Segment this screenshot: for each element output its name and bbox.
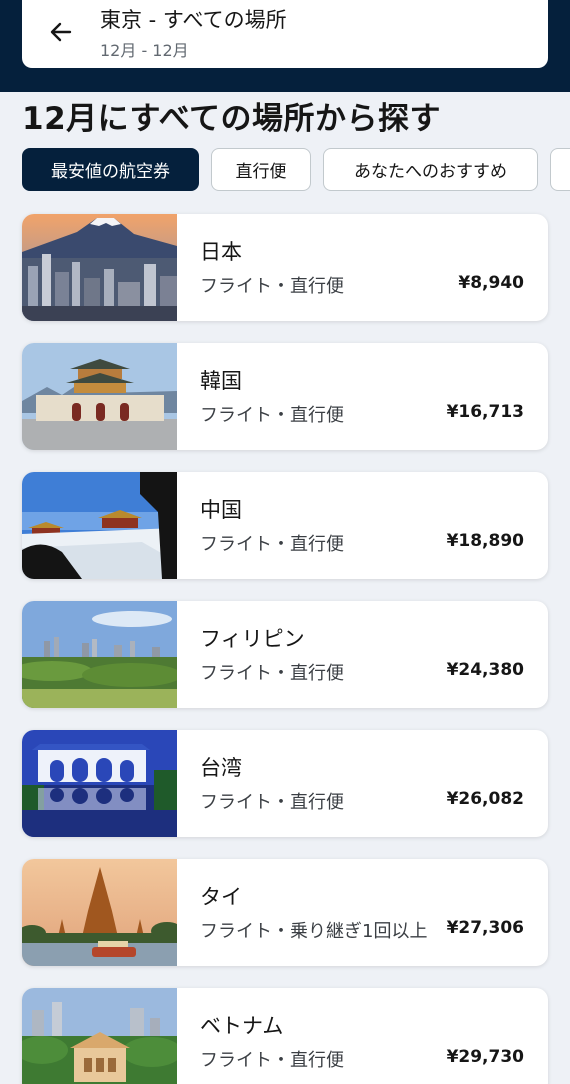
destination-image bbox=[22, 343, 177, 450]
destination-image bbox=[22, 214, 177, 321]
destination-image bbox=[22, 472, 177, 579]
destination-name: タイ bbox=[200, 885, 242, 909]
filter-chip-direct[interactable]: 直行便 bbox=[211, 148, 311, 191]
app-header: 東京 - すべての場所 12月 - 12月 bbox=[0, 0, 570, 92]
filter-chip-recommended[interactable]: あなたへのおすすめ bbox=[323, 148, 538, 191]
destination-name: 韓国 bbox=[200, 369, 242, 393]
destination-image bbox=[22, 601, 177, 708]
flight-price: ¥8,940 bbox=[458, 273, 524, 293]
flight-price: ¥29,730 bbox=[446, 1047, 524, 1067]
flight-price: ¥18,890 bbox=[446, 531, 524, 551]
flight-info: フライト・直行便 bbox=[200, 534, 344, 555]
flight-price: ¥16,713 bbox=[446, 402, 524, 422]
flight-info: フライト・直行便 bbox=[200, 663, 344, 684]
flight-price: ¥27,306 bbox=[446, 918, 524, 938]
back-arrow-icon[interactable] bbox=[42, 13, 80, 51]
flight-info: フライト・乗り継ぎ1回以上 bbox=[200, 921, 428, 942]
flight-info: フライト・直行便 bbox=[200, 276, 344, 297]
destination-card[interactable]: 韓国 フライト・直行便 ¥16,713 bbox=[22, 343, 548, 450]
flight-info: フライト・直行便 bbox=[200, 405, 344, 426]
destination-name: 台湾 bbox=[200, 756, 242, 780]
destination-card[interactable]: 日本 フライト・直行便 ¥8,940 bbox=[22, 214, 548, 321]
filter-chips: 最安値の航空券 直行便 あなたへのおすすめ bbox=[22, 148, 570, 192]
destination-name: 中国 bbox=[200, 498, 242, 522]
search-route-title: 東京 - すべての場所 bbox=[100, 8, 287, 32]
destination-image bbox=[22, 988, 177, 1084]
filter-chip-cheapest[interactable]: 最安値の航空券 bbox=[22, 148, 199, 191]
destination-name: 日本 bbox=[200, 240, 242, 264]
search-summary-card[interactable]: 東京 - すべての場所 12月 - 12月 bbox=[22, 0, 548, 68]
flight-price: ¥26,082 bbox=[446, 789, 524, 809]
flight-price: ¥24,380 bbox=[446, 660, 524, 680]
search-dates: 12月 - 12月 bbox=[100, 41, 189, 60]
destination-name: ベトナム bbox=[200, 1014, 284, 1038]
destination-image bbox=[22, 730, 177, 837]
page-title: 12月にすべての場所から探す bbox=[22, 101, 442, 137]
destination-card[interactable]: ベトナム フライト・直行便 ¥29,730 bbox=[22, 988, 548, 1084]
destination-name: フィリピン bbox=[200, 627, 305, 651]
flight-info: フライト・直行便 bbox=[200, 1050, 344, 1071]
destination-card[interactable]: フィリピン フライト・直行便 ¥24,380 bbox=[22, 601, 548, 708]
flight-info: フライト・直行便 bbox=[200, 792, 344, 813]
destination-card[interactable]: 台湾 フライト・直行便 ¥26,082 bbox=[22, 730, 548, 837]
destination-card[interactable]: 中国 フライト・直行便 ¥18,890 bbox=[22, 472, 548, 579]
destination-card[interactable]: タイ フライト・乗り継ぎ1回以上 ¥27,306 bbox=[22, 859, 548, 966]
destination-image bbox=[22, 859, 177, 966]
filter-chip-more[interactable] bbox=[550, 148, 570, 191]
